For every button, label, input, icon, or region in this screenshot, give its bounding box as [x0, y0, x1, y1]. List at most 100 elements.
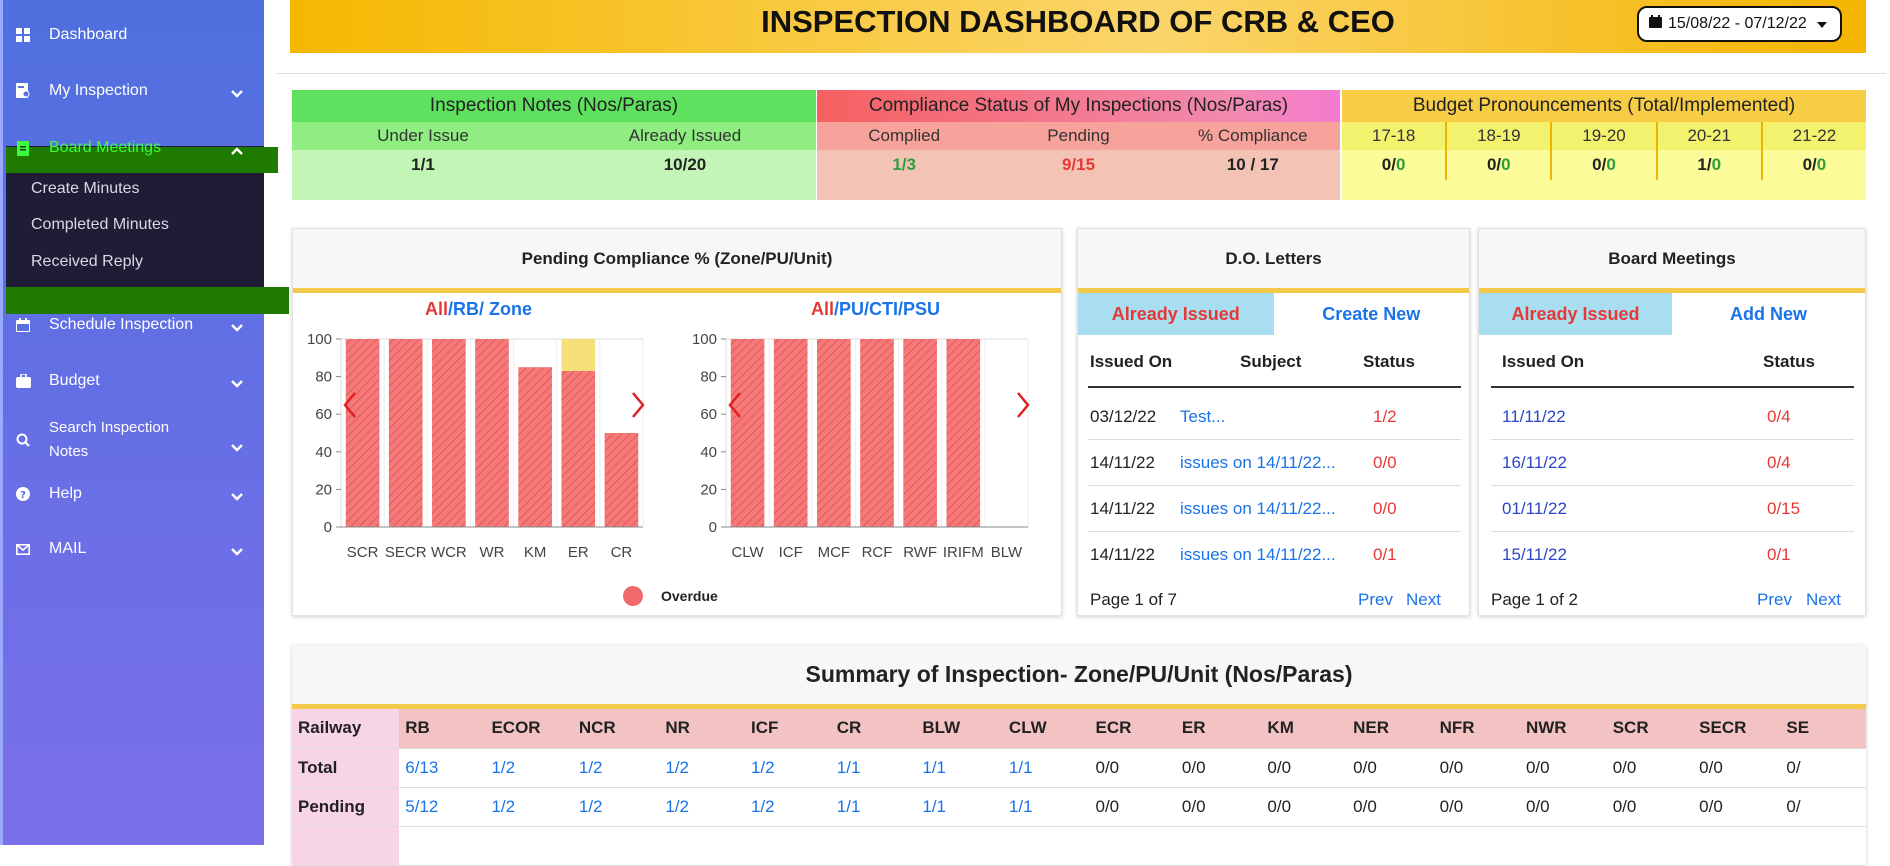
- right-bar-chart: 0 20 40 60 80 100 CLW ICF MCF RCF RWF IRIFM BLW: [692, 331, 1030, 561]
- summary-cell[interactable]: 0/0: [1261, 787, 1348, 827]
- meeting-date-link[interactable]: 11/11/22: [1502, 407, 1566, 427]
- status-value[interactable]: 0/0: [1373, 499, 1397, 519]
- summary-cell[interactable]: 1/2: [572, 787, 660, 827]
- bar-overdue: [561, 339, 596, 371]
- submenu-create-minutes[interactable]: Create Minutes: [31, 180, 140, 198]
- sidebar-item-dashboard[interactable]: Dashboard: [15, 21, 255, 49]
- sidebar-item-my-inspection[interactable]: My Inspection: [15, 77, 255, 105]
- summary-cell[interactable]: 0/0: [1347, 748, 1434, 788]
- summary-cell[interactable]: 5/12: [399, 787, 486, 827]
- summary-cell[interactable]: 0/0: [1693, 787, 1781, 827]
- meeting-date-link[interactable]: 16/11/22: [1502, 453, 1567, 473]
- header-banner: INSPECTION DASHBOARD OF CRB & CEO 15/08/…: [290, 0, 1866, 53]
- filter-rb[interactable]: /RB/: [448, 299, 484, 319]
- sidebar-item-budget[interactable]: Budget: [15, 367, 255, 395]
- status-value[interactable]: 1/2: [1373, 407, 1397, 427]
- summary-cell[interactable]: 0/: [1780, 787, 1866, 827]
- chevron-down-icon: [231, 85, 243, 103]
- already-issued-value[interactable]: 10/20: [554, 155, 816, 175]
- summary-cell[interactable]: 0/0: [1347, 787, 1434, 827]
- railway-header: NWR: [1519, 709, 1607, 749]
- tab-already-issued[interactable]: Already Issued: [1479, 293, 1672, 335]
- summary-cell[interactable]: 0/0: [1519, 748, 1607, 788]
- budget-value[interactable]: 1/0: [1658, 150, 1763, 180]
- col-label: % Compliance: [1198, 126, 1308, 145]
- budget-value[interactable]: 0/0: [1552, 150, 1658, 180]
- complied-value[interactable]: 1/3: [817, 155, 991, 175]
- next-arrow-icon[interactable]: [632, 392, 645, 418]
- filter-all[interactable]: All: [425, 299, 448, 319]
- subject-link[interactable]: issues on 14/11/22...: [1180, 499, 1336, 519]
- status-value[interactable]: 0/0: [1373, 453, 1397, 473]
- filter-zone[interactable]: Zone: [489, 299, 532, 319]
- status-value[interactable]: 0/15: [1767, 499, 1800, 519]
- next-link[interactable]: Next: [1406, 590, 1441, 610]
- under-issue-value[interactable]: 1/1: [292, 155, 554, 175]
- x-tick-label: RCF: [862, 544, 893, 561]
- summary-cell[interactable]: 0/0: [1606, 748, 1694, 788]
- summary-cell[interactable]: 0/0: [1175, 787, 1262, 827]
- summary-cell[interactable]: 0/0: [1089, 787, 1176, 827]
- tab-create-new[interactable]: Create New: [1273, 293, 1469, 335]
- summary-cell[interactable]: 1/1: [916, 748, 1003, 788]
- status-value[interactable]: 0/1: [1767, 545, 1791, 565]
- summary-cell[interactable]: 1/1: [916, 787, 1003, 827]
- summary-cell[interactable]: 0/0: [1519, 787, 1607, 827]
- chevron-up-icon: [231, 142, 243, 160]
- pending-value[interactable]: 9/15: [991, 155, 1165, 175]
- railway-header: SECR: [1693, 709, 1781, 749]
- summary-cell[interactable]: 1/2: [572, 748, 660, 788]
- summary-cell[interactable]: 1/2: [485, 748, 573, 788]
- summary-cell[interactable]: 1/2: [659, 787, 745, 827]
- summary-cell[interactable]: 1/2: [659, 748, 745, 788]
- summary-cell[interactable]: 0/0: [1606, 787, 1694, 827]
- tab-add-new[interactable]: Add New: [1672, 293, 1865, 335]
- submenu-received-reply[interactable]: Received Reply: [31, 253, 143, 271]
- status-value[interactable]: 0/4: [1767, 453, 1791, 473]
- prev-link[interactable]: Prev: [1757, 590, 1792, 610]
- subject-link[interactable]: issues on 14/11/22...: [1180, 545, 1336, 565]
- summary-cell[interactable]: 6/13: [399, 748, 486, 788]
- status-value[interactable]: 0/4: [1767, 407, 1791, 427]
- railway-header: ECOR: [485, 709, 573, 749]
- y-tick-label: 0: [324, 519, 332, 536]
- summary-cell[interactable]: 1/2: [744, 748, 831, 788]
- sidebar-item-search-inspection-notes[interactable]: Search Inspection Notes: [15, 418, 255, 462]
- sidebar-item-mail[interactable]: MAIL: [15, 535, 255, 563]
- briefcase-icon: [15, 373, 31, 389]
- railway-header: KM: [1261, 709, 1348, 749]
- next-arrow-icon[interactable]: [1017, 392, 1030, 418]
- status-value[interactable]: 0/1: [1373, 545, 1397, 565]
- meeting-date-link[interactable]: 01/11/22: [1502, 499, 1567, 519]
- budget-value[interactable]: 0/0: [1447, 150, 1553, 180]
- summary-cell[interactable]: 0/0: [1433, 787, 1520, 827]
- sidebar-item-board-meetings[interactable]: Board Meetings: [15, 134, 255, 162]
- subject-link[interactable]: issues on 14/11/22...: [1180, 453, 1336, 473]
- summary-cell[interactable]: 1/1: [1002, 748, 1090, 788]
- budget-value[interactable]: 0/0: [1763, 150, 1866, 180]
- summary-cell[interactable]: 1/2: [485, 787, 573, 827]
- filter-all[interactable]: All: [811, 299, 834, 319]
- budget-value[interactable]: 0/0: [1342, 150, 1448, 180]
- summary-cell[interactable]: 0/0: [1261, 748, 1348, 788]
- next-link[interactable]: Next: [1806, 590, 1841, 610]
- filter-pu-cti-psu[interactable]: /PU/CTI/PSU: [834, 299, 940, 319]
- railway-header: NER: [1347, 709, 1434, 749]
- summary-cell[interactable]: 1/1: [830, 787, 917, 827]
- summary-cell[interactable]: 1/1: [1002, 787, 1090, 827]
- submenu-completed-minutes[interactable]: Completed Minutes: [31, 216, 169, 234]
- summary-cell[interactable]: 0/: [1780, 748, 1866, 788]
- summary-cell[interactable]: 0/0: [1693, 748, 1781, 788]
- summary-cell[interactable]: 0/0: [1175, 748, 1262, 788]
- summary-cell[interactable]: 0/0: [1089, 748, 1176, 788]
- tab-already-issued[interactable]: Already Issued: [1078, 293, 1274, 335]
- prev-link[interactable]: Prev: [1358, 590, 1393, 610]
- subject-link[interactable]: Test...: [1180, 407, 1225, 427]
- summary-cell[interactable]: 0/0: [1433, 748, 1520, 788]
- sidebar-item-help[interactable]: ? Help: [15, 480, 255, 508]
- meeting-date-link[interactable]: 15/11/22: [1502, 545, 1567, 565]
- summary-cell[interactable]: 1/1: [830, 748, 917, 788]
- summary-cell[interactable]: 1/2: [744, 787, 831, 827]
- date-range-picker[interactable]: 15/08/22 - 07/12/22: [1637, 6, 1842, 42]
- sidebar-item-schedule-inspection[interactable]: Schedule Inspection: [15, 311, 255, 339]
